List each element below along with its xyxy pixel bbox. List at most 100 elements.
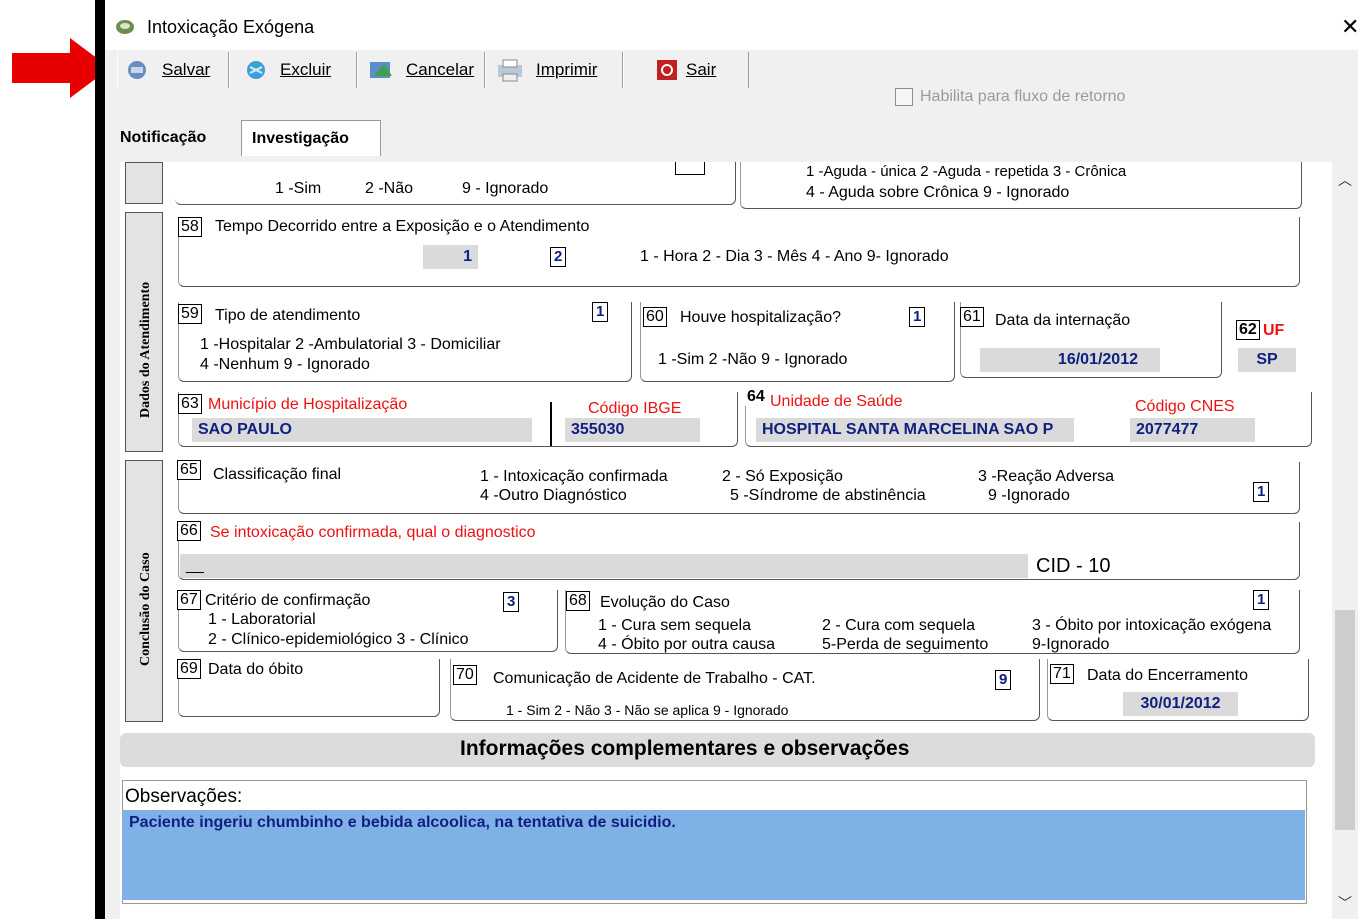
field-71-number: 71 <box>1050 664 1074 684</box>
field-65-opt1: 1 - Intoxicação confirmada <box>480 468 668 485</box>
opt-sim: 1 -Sim <box>275 180 322 197</box>
field-68-opt3: 3 - Óbito por intoxicação exógena <box>1032 617 1272 634</box>
field-61-number: 61 <box>960 307 984 327</box>
observacoes-text[interactable]: Paciente ingeriu chumbinho e bebida alco… <box>129 814 676 832</box>
side-label-conclusao: Conclusão do Caso <box>125 460 163 722</box>
field-59-code[interactable]: 1 <box>592 302 609 322</box>
close-icon[interactable]: ✕ <box>1341 14 1358 40</box>
field-64-label: Unidade de Saúde <box>770 393 903 410</box>
field-62-number: 62 <box>1236 320 1260 340</box>
field-59-options-1: 1 -Hospitalar 2 -Ambulatorial 3 - Domici… <box>200 336 501 353</box>
field-70-options: 1 - Sim 2 - Não 3 - Não se aplica 9 - Ig… <box>506 702 789 718</box>
field-60-options: 1 -Sim 2 -Não 9 - Ignorado <box>658 351 848 368</box>
side-label-conclusao-text: Conclusão do Caso <box>138 552 153 666</box>
field-65-opt2: 2 - Só Exposição <box>722 468 843 485</box>
field-63-label: Município de Hospitalização <box>208 396 408 413</box>
partial-code-box[interactable] <box>675 162 705 175</box>
field-67-opt2: 2 - Clínico-epidemiológico 3 - Clínico <box>208 631 469 648</box>
field-65-opt4: 4 -Outro Diagnóstico <box>480 487 627 504</box>
opt-nao: 2 -Não <box>365 180 414 197</box>
field-59-number: 59 <box>178 304 202 324</box>
field-65-opt3: 3 -Reação Adversa <box>978 468 1115 485</box>
field-71-label: Data do Encerramento <box>1087 667 1248 684</box>
side-label-atendimento-text: Dados do Atendimento <box>138 281 153 418</box>
field-66-value[interactable]: __ <box>180 554 1028 578</box>
field-58-value[interactable]: 1 <box>423 245 478 269</box>
field-68-opt5: 5-Perda de seguimento <box>822 636 989 653</box>
field-61-label: Data da internação <box>995 312 1131 329</box>
field-69-number: 69 <box>177 659 201 679</box>
delete-icon <box>247 61 265 79</box>
save-icon <box>128 61 146 79</box>
field-64-cnes-label: Código CNES <box>1135 398 1235 415</box>
field-60-code[interactable]: 1 <box>909 307 926 327</box>
scroll-down-icon[interactable]: ﹀ <box>1338 893 1352 913</box>
field-68-opt2: 2 - Cura com sequela <box>822 617 975 634</box>
field-67-code[interactable]: 3 <box>503 592 520 612</box>
partial-right-line1: 1 -Aguda - única 2 -Aguda - repetida 3 -… <box>806 163 1127 180</box>
field-64-value[interactable]: HOSPITAL SANTA MARCELINA SAO P <box>756 418 1074 442</box>
field-68-code[interactable]: 1 <box>1253 590 1270 610</box>
scroll-up-icon[interactable]: ︿ <box>1338 170 1352 190</box>
field-60-number: 60 <box>643 307 667 327</box>
partial-right-line2: 4 - Aguda sobre Crônica 9 - Ignorado <box>806 184 1070 201</box>
field-70-label: Comunicação de Acidente de Trabalho - CA… <box>493 670 816 687</box>
delete-label: Excluir <box>280 60 332 79</box>
field-62-value[interactable]: SP <box>1238 348 1296 372</box>
delete-button[interactable]: Excluir <box>229 52 357 88</box>
tab-investigacao[interactable]: Investigação <box>241 120 381 156</box>
field-63-ibge-value[interactable]: 355030 <box>565 418 700 442</box>
field-65-code[interactable]: 1 <box>1253 482 1270 502</box>
field-63-value[interactable]: SAO PAULO <box>192 418 532 442</box>
field-61-value[interactable]: 16/01/2012 <box>980 348 1160 372</box>
field-59-options-2: 4 -Nenhum 9 - Ignorado <box>200 356 370 373</box>
exit-icon <box>657 60 677 80</box>
scrollbar-thumb[interactable] <box>1335 610 1355 830</box>
red-arrow-body <box>12 53 72 83</box>
save-label: Salvar <box>162 60 211 79</box>
field-58-options: 1 - Hora 2 - Dia 3 - Mês 4 - Ano 9- Igno… <box>640 248 949 265</box>
side-label-atendimento: Dados do Atendimento <box>125 212 163 452</box>
exit-label: Sair <box>686 60 717 79</box>
tab-notificacao[interactable]: Notificação <box>110 120 216 156</box>
field-58-label: Tempo Decorrido entre a Exposição e o At… <box>215 218 590 235</box>
title-bar: Intoxicação Exógena ✕ <box>105 0 1358 50</box>
field-66-label: Se intoxicação confirmada, qual o diagno… <box>210 524 536 541</box>
field-65-opt9: 9 -Ignorado <box>988 487 1070 504</box>
field-63-divider <box>550 402 552 446</box>
field-63-ibge-label: Código IBGE <box>588 400 682 417</box>
field-67-opt1: 1 - Laboratorial <box>208 611 316 628</box>
field-67-label: Critério de confirmação <box>205 592 371 609</box>
field-68-number: 68 <box>566 591 590 611</box>
field-70-code[interactable]: 9 <box>995 670 1012 690</box>
app-window: Intoxicação Exógena ✕ Salvar Excluir Can… <box>105 0 1358 919</box>
window-title: Intoxicação Exógena <box>147 17 315 37</box>
print-icon <box>498 59 522 82</box>
exit-button[interactable]: Sair <box>623 52 749 88</box>
field-66-cid-label: CID - 10 <box>1036 555 1111 577</box>
field-71-value[interactable]: 30/01/2012 <box>1123 692 1238 716</box>
field-68-label: Evolução do Caso <box>600 594 730 611</box>
cancel-icon <box>370 62 392 78</box>
field-58-code[interactable]: 2 <box>550 247 567 267</box>
field-64-number: 64 <box>745 388 767 406</box>
field-66-number: 66 <box>177 521 201 541</box>
field-64-cnes-value[interactable]: 2077477 <box>1130 418 1255 442</box>
field-63-number: 63 <box>178 394 202 414</box>
field-68-opt9: 9-Ignorado <box>1032 636 1110 653</box>
opt-ignorado: 9 - Ignorado <box>462 180 549 197</box>
save-button[interactable]: Salvar <box>117 52 229 88</box>
cancel-label: Cancelar <box>406 60 475 79</box>
cancel-button[interactable]: Cancelar <box>357 52 485 88</box>
observacoes-label: Observações: <box>125 786 243 807</box>
retorno-checkbox[interactable] <box>895 88 913 106</box>
field-68-opt4: 4 - Óbito por outra causa <box>598 636 775 653</box>
field-62-label: UF <box>1263 322 1285 339</box>
left-black-bar <box>95 0 105 919</box>
field-69-label: Data do óbito <box>208 661 304 678</box>
print-button[interactable]: Imprimir <box>485 52 623 88</box>
field-67-number: 67 <box>177 590 201 610</box>
field-60-label: Houve hospitalização? <box>680 309 841 326</box>
app-icon <box>116 20 134 34</box>
field-68-opt1: 1 - Cura sem sequela <box>598 617 751 634</box>
